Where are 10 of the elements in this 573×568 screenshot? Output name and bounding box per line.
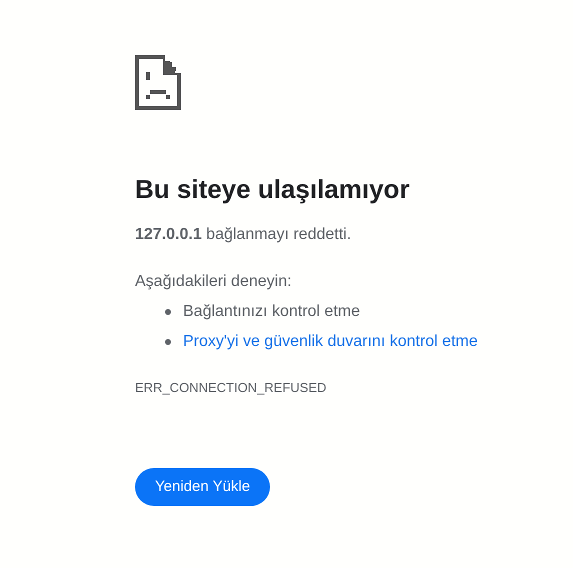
error-message: 127.0.0.1 bağlanmayı reddetti. [135, 225, 352, 245]
sad-page-icon [135, 55, 181, 110]
suggestion-link[interactable]: Proxy'yi ve güvenlik duvarını kontrol etme [183, 332, 478, 352]
suggestions-heading: Aşağıdakileri deneyin: [135, 272, 293, 292]
bullet-icon [165, 309, 171, 315]
error-code: ERR_CONNECTION_REFUSED [135, 380, 328, 396]
error-title: Bu siteye ulaşılamıyor [135, 173, 411, 205]
suggestion-text: Bağlantınızı kontrol etme [183, 302, 360, 322]
bullet-icon [165, 339, 171, 345]
reload-button[interactable]: Yeniden Yükle [135, 468, 270, 506]
